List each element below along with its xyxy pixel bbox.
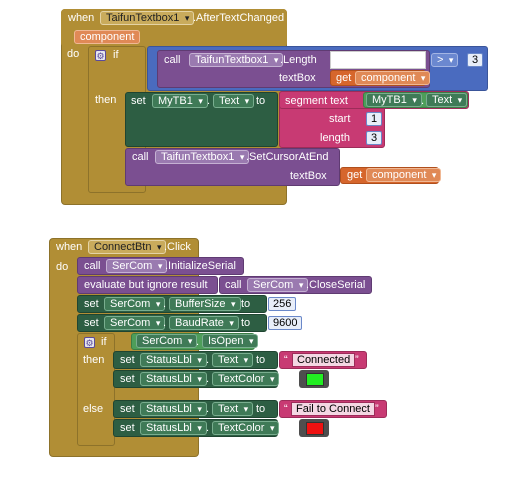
get-label: get [336,72,352,84]
getter-property-dropdown[interactable]: IsOpen [202,334,259,348]
do-label: do [56,261,69,273]
to-label: to [256,354,266,366]
to-label: to [256,403,266,415]
call-component-dropdown[interactable]: SerCom [247,278,309,292]
call-label: call [164,54,181,66]
set-label: set [84,298,99,310]
get-value-dropdown[interactable]: component [366,168,442,182]
get-label: get [347,169,363,181]
dot-label: . [207,95,211,107]
dot-label: . [206,354,210,366]
dot-label: . [421,95,425,107]
set-component-dropdown[interactable]: StatusLbl [140,402,207,416]
to-label: to [256,95,266,107]
set-component-dropdown[interactable]: StatusLbl [140,353,207,367]
set-property-dropdown[interactable]: TextColor [212,421,280,435]
textbox-arg-label: textBox [290,170,327,182]
gear-icon[interactable]: ⚙ [84,337,95,348]
set-component-dropdown[interactable]: SerCom [104,297,166,311]
event-param-component[interactable]: component [74,30,141,44]
red-color-swatch[interactable] [306,422,324,435]
do-label: do [67,48,80,60]
if-isopen-block[interactable] [77,333,115,446]
compare-number[interactable]: 3 [467,53,484,67]
connected-string[interactable]: Connected [292,353,356,367]
call-method: .CloseSerial [306,279,366,291]
call-component-dropdown[interactable]: SerCom [106,259,168,273]
quote-open: “ [284,403,288,415]
set-label: set [131,95,146,107]
dot-label: . [206,403,210,415]
set-label: set [120,373,135,385]
call-method: .Length [280,54,317,66]
dot-label: . [163,298,167,310]
call-label: call [84,260,101,272]
set-property-dropdown[interactable]: BufferSize [169,297,241,311]
if-label: if [101,336,107,348]
then-label: then [83,354,105,366]
set-component-dropdown[interactable]: SerCom [104,316,166,330]
call-label: call [225,279,242,291]
call-component-dropdown[interactable]: TaifunTextbox1 [189,53,284,67]
segment-label: segment text [285,95,348,107]
dot-label: . [206,373,210,385]
set-property-dropdown[interactable]: Text [213,94,255,108]
set-label: set [120,403,135,415]
getter-property-dropdown[interactable]: Text [426,93,468,107]
then-label: then [95,94,117,106]
to-label: to [241,317,251,329]
getter-component-dropdown[interactable]: SerCom [136,334,198,348]
length-label: length [320,132,350,144]
set-label: set [84,317,99,329]
set-component-dropdown[interactable]: StatusLbl [140,421,207,435]
call-method: .SetCursorAtEnd [246,151,329,163]
dot-label: . [196,336,200,348]
if-label: if [113,49,119,61]
evaluate-label: evaluate but ignore result [84,279,208,291]
call-method: .InitializeSerial [165,260,236,272]
dot-label: . [206,422,210,434]
to-label: to [241,298,251,310]
event-component-dropdown[interactable]: TaifunTextbox1 [100,11,195,25]
event-component-dropdown[interactable]: ConnectBtn [88,240,167,254]
getter-component-dropdown[interactable]: MyTB1 [366,93,422,107]
buffersize-number[interactable]: 256 [268,297,297,311]
when-label: when [56,241,83,253]
quote-close: ” [355,354,359,366]
start-number[interactable]: 1 [366,112,383,126]
gear-icon[interactable]: ⚙ [95,50,106,61]
when-label: when [68,12,95,24]
dot-label: . [163,317,167,329]
set-property-dropdown[interactable]: Text [212,402,254,416]
set-property-dropdown[interactable]: BaudRate [169,316,239,330]
set-label: set [120,354,135,366]
textbox-arg-label: textBox [279,72,316,84]
set-property-dropdown[interactable]: Text [212,353,254,367]
set-label: set [120,422,135,434]
to-label: to [281,373,291,385]
to-label: to [281,422,291,434]
baudrate-number[interactable]: 9600 [268,316,303,330]
set-component-dropdown[interactable]: StatusLbl [140,372,207,386]
quote-open: “ [284,354,288,366]
fail-string[interactable]: Fail to Connect [291,402,375,416]
set-component-dropdown[interactable]: MyTB1 [152,94,208,108]
event-name: .AfterTextChanged [193,12,285,24]
get-value-dropdown[interactable]: component [355,71,431,85]
length-number[interactable]: 3 [366,131,383,145]
set-property-dropdown[interactable]: TextColor [212,372,280,386]
call-component-dropdown[interactable]: TaifunTextbox1 [155,150,250,164]
quote-close: ” [375,403,379,415]
else-label: else [83,403,104,415]
green-color-swatch[interactable] [306,373,324,386]
compare-operator-dropdown[interactable]: > [431,53,459,67]
event-name: .Click [164,241,191,253]
start-label: start [329,113,351,125]
call-label: call [132,151,149,163]
